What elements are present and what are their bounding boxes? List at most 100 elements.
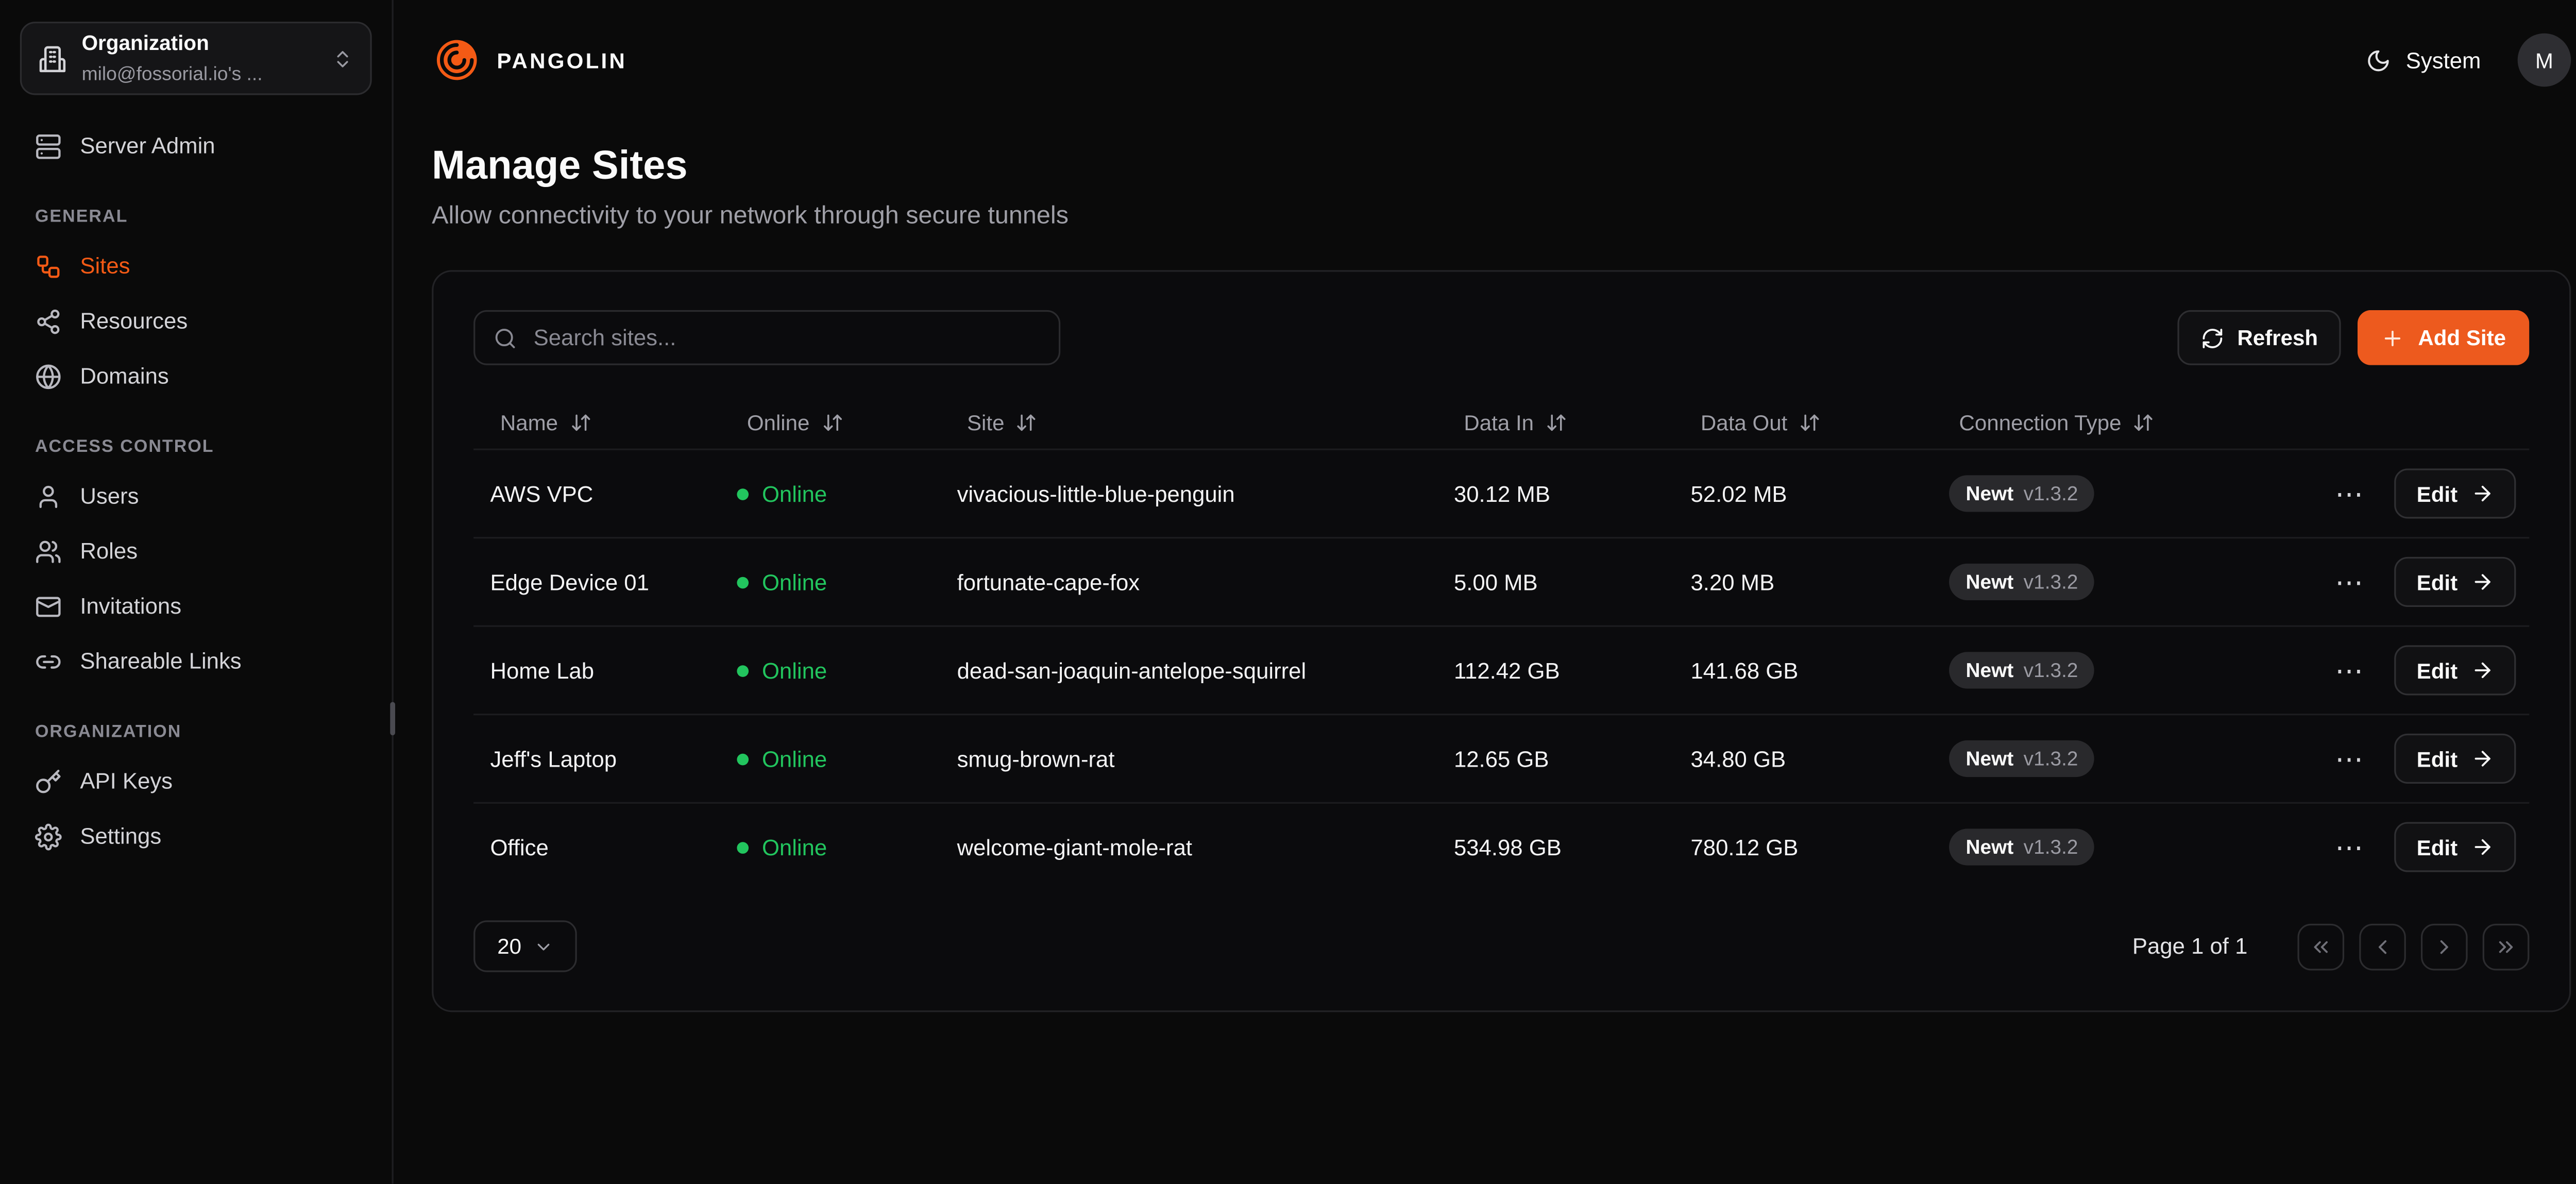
edit-button[interactable]: Edit: [2395, 557, 2516, 607]
sidebar-item-resources[interactable]: Resources: [20, 294, 372, 349]
edit-button[interactable]: Edit: [2395, 645, 2516, 695]
chevron-down-icon: [533, 936, 553, 956]
connection-badge: Newt v1.3.2: [1949, 652, 2095, 688]
last-page-button[interactable]: [2483, 923, 2530, 970]
cell-actions: ⋯ Edit: [2299, 645, 2530, 695]
cell-connection-type: Newt v1.3.2: [1933, 740, 2299, 777]
row-menu-button[interactable]: ⋯: [2332, 479, 2367, 508]
sidebar-item-users[interactable]: Users: [20, 468, 372, 523]
cell-name: Home Lab: [473, 658, 720, 683]
column-header-name[interactable]: Name: [473, 410, 720, 435]
online-dot-icon: [737, 665, 749, 676]
connection-version: v1.3.2: [2024, 482, 2078, 505]
cell-connection-type: Newt v1.3.2: [1933, 475, 2299, 512]
add-site-button[interactable]: Add Site: [2358, 310, 2529, 365]
sidebar-item-invitations[interactable]: Invitations: [20, 579, 372, 634]
cell-data-out: 3.20 MB: [1674, 569, 1933, 595]
search-input[interactable]: [530, 324, 1040, 352]
table-row: Edge Device 01 Online fortunate-cape-fox…: [473, 537, 2529, 625]
org-selector-title: Organization: [82, 31, 209, 55]
sidebar-item-domains[interactable]: Domains: [20, 348, 372, 403]
edit-button[interactable]: Edit: [2395, 822, 2516, 872]
sidebar-item-server-admin[interactable]: Server Admin: [20, 119, 372, 174]
brand[interactable]: PANGOLIN: [432, 35, 627, 85]
column-header-online[interactable]: Online: [720, 410, 940, 435]
cell-connection-type: Newt v1.3.2: [1933, 652, 2299, 688]
connection-client: Newt: [1965, 570, 2013, 594]
edit-label: Edit: [2417, 569, 2458, 595]
first-page-button[interactable]: [2297, 923, 2344, 970]
edit-button[interactable]: Edit: [2395, 468, 2516, 518]
page-head: Manage Sites Allow connectivity to your …: [432, 143, 2571, 230]
connection-version: v1.3.2: [2024, 570, 2078, 594]
section-label-organization: ORGANIZATION: [35, 722, 357, 742]
sidebar-item-label: Users: [80, 483, 139, 509]
cell-site: fortunate-cape-fox: [940, 569, 1437, 595]
panel-footer: 20 Page 1 of 1: [473, 920, 2529, 972]
prev-page-button[interactable]: [2359, 923, 2406, 970]
column-label: Connection Type: [1959, 410, 2122, 435]
sidebar-item-roles[interactable]: Roles: [20, 523, 372, 579]
sidebar-item-api-keys[interactable]: API Keys: [20, 754, 372, 809]
sidebar-item-label: Roles: [80, 538, 138, 564]
sidebar-item-label: Settings: [80, 824, 161, 849]
column-header-site[interactable]: Site: [940, 410, 1437, 435]
page-title: Manage Sites: [432, 143, 2571, 190]
sidebar-resize-handle[interactable]: [390, 702, 395, 735]
sidebar-item-label: Resources: [80, 309, 188, 334]
next-page-button[interactable]: [2421, 923, 2468, 970]
column-header-data-out[interactable]: Data Out: [1674, 410, 1933, 435]
arrow-right-icon: [2471, 570, 2494, 594]
topbar: PANGOLIN System M: [432, 0, 2571, 120]
sites-panel: Refresh Add Site Name: [432, 270, 2571, 1012]
column-header-connection-type[interactable]: Connection Type: [1933, 410, 2299, 435]
panel-toolbar: Refresh Add Site: [473, 310, 2529, 365]
row-menu-button[interactable]: ⋯: [2332, 656, 2367, 684]
org-selector[interactable]: Organization milo@fossorial.io's ...: [20, 22, 372, 95]
row-menu-button[interactable]: ⋯: [2332, 833, 2367, 861]
org-selector-value: milo@fossorial.io's ...: [82, 65, 263, 85]
row-menu-button[interactable]: ⋯: [2332, 568, 2367, 596]
edit-button[interactable]: Edit: [2395, 734, 2516, 784]
avatar[interactable]: M: [2518, 33, 2571, 87]
connection-client: Newt: [1965, 747, 2013, 770]
column-label: Data Out: [1701, 410, 1787, 435]
search-box: [473, 310, 1060, 365]
cell-connection-type: Newt v1.3.2: [1933, 828, 2299, 865]
cell-data-out: 34.80 GB: [1674, 746, 1933, 771]
cell-name: Edge Device 01: [473, 569, 720, 595]
pagination: Page 1 of 1: [2132, 923, 2529, 970]
row-menu-button[interactable]: ⋯: [2332, 745, 2367, 773]
sidebar-item-shareable-links[interactable]: Shareable Links: [20, 634, 372, 689]
moon-icon: [2366, 47, 2391, 73]
sidebar-item-sites[interactable]: Sites: [20, 239, 372, 294]
page-size-select[interactable]: 20: [473, 920, 577, 972]
arrow-right-icon: [2471, 658, 2494, 682]
brand-name: PANGOLIN: [497, 47, 627, 73]
cell-data-in: 5.00 MB: [1437, 569, 1674, 595]
connection-badge: Newt v1.3.2: [1949, 740, 2095, 777]
chevrons-left-icon: [2309, 935, 2332, 958]
status-label: Online: [762, 658, 827, 683]
refresh-button[interactable]: Refresh: [2177, 310, 2342, 365]
theme-toggle[interactable]: System: [2366, 47, 2481, 73]
cell-data-in: 112.42 GB: [1437, 658, 1674, 683]
cell-data-out: 141.68 GB: [1674, 658, 1933, 683]
sidebar-item-label: Shareable Links: [80, 649, 241, 674]
cell-actions: ⋯ Edit: [2299, 468, 2530, 518]
column-header-data-in[interactable]: Data In: [1437, 410, 1674, 435]
sidebar-item-settings[interactable]: Settings: [20, 809, 372, 864]
arrow-right-icon: [2471, 482, 2494, 505]
globe-icon: [35, 363, 62, 390]
building-icon: [38, 44, 66, 73]
connection-version: v1.3.2: [2024, 835, 2078, 858]
sort-icon: [1799, 412, 1821, 433]
cell-actions: ⋯ Edit: [2299, 822, 2530, 872]
connection-badge: Newt v1.3.2: [1949, 828, 2095, 865]
sort-icon: [1016, 412, 1038, 433]
cell-actions: ⋯ Edit: [2299, 557, 2530, 607]
cell-site: dead-san-joaquin-antelope-squirrel: [940, 658, 1437, 683]
arrow-right-icon: [2471, 747, 2494, 770]
plus-icon: [2381, 326, 2404, 349]
edit-label: Edit: [2417, 746, 2458, 771]
